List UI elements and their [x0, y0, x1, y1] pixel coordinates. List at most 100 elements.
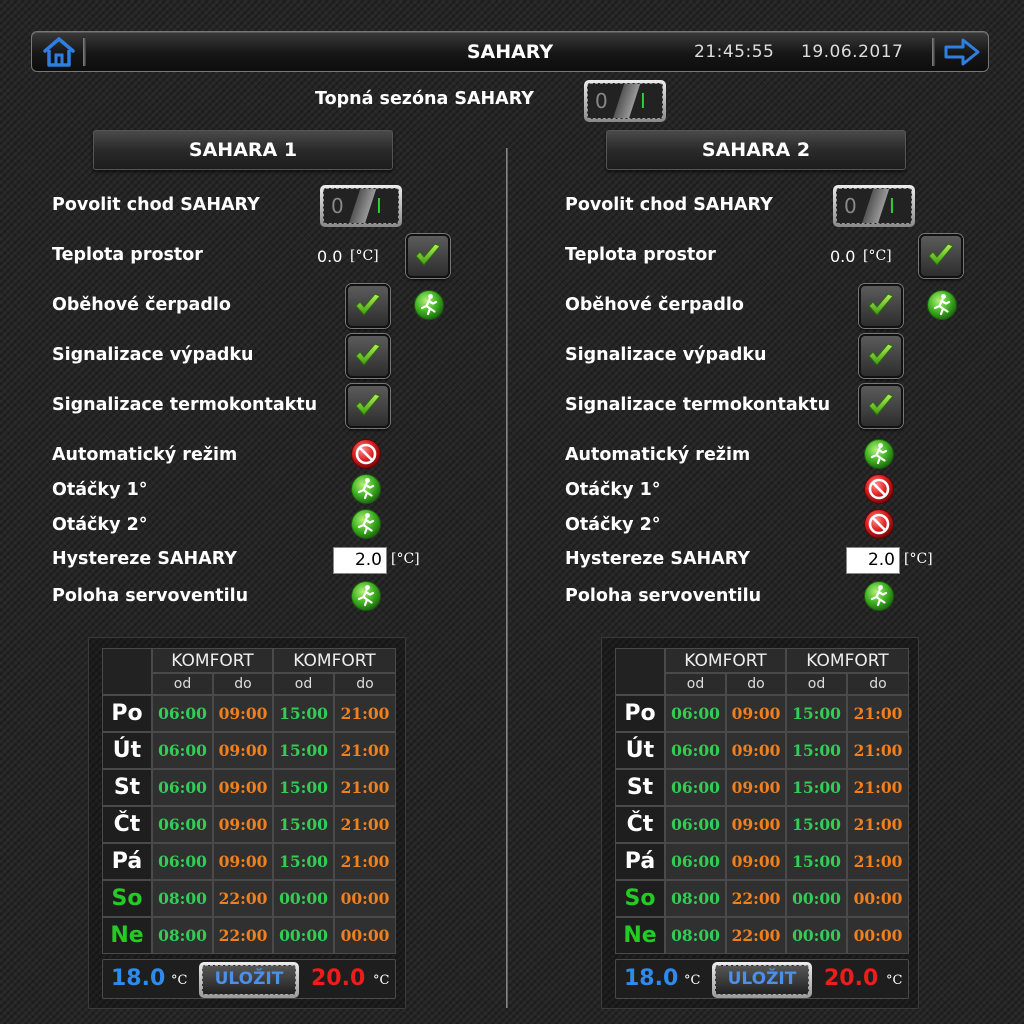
temp-low-value[interactable]: 18.0 [111, 966, 165, 991]
schedule-time-cell[interactable]: 09:00 [726, 695, 786, 732]
heating-season-toggle[interactable]: 0 I [584, 80, 666, 122]
day-label: Út [102, 732, 152, 769]
panel-title-button[interactable]: SAHARA 2 [606, 130, 906, 170]
temp-high-value[interactable]: 20.0 [824, 966, 878, 991]
komfort2-header: KOMFORT [273, 648, 396, 673]
servo-valve-status [863, 580, 895, 612]
schedule-time-cell[interactable]: 08:00 [152, 917, 213, 954]
schedule-time-cell[interactable]: 06:00 [665, 695, 726, 732]
schedule-time-cell[interactable]: 15:00 [273, 769, 334, 806]
schedule-time-cell[interactable]: 22:00 [726, 880, 786, 917]
save-button[interactable]: ULOŽIT [199, 962, 299, 998]
schedule-time-cell[interactable]: 21:00 [847, 695, 909, 732]
running-man-icon [864, 581, 894, 611]
schedule-time-cell[interactable]: 08:00 [665, 880, 726, 917]
panel-title-button[interactable]: SAHARA 1 [93, 130, 393, 170]
schedule-time-cell[interactable]: 09:00 [213, 695, 273, 732]
schedule-time-cell[interactable]: 15:00 [786, 732, 847, 769]
temp-low-value[interactable]: 18.0 [624, 966, 678, 991]
schedule-time-cell[interactable]: 21:00 [334, 843, 396, 880]
schedule-time-cell[interactable]: 00:00 [786, 917, 847, 954]
schedule-time-cell[interactable]: 22:00 [213, 880, 273, 917]
schedule-time-cell[interactable]: 21:00 [334, 769, 396, 806]
schedule-time-cell[interactable]: 15:00 [786, 843, 847, 880]
pump-label: Oběhové čerpadlo [52, 295, 231, 315]
schedule-time-cell[interactable]: 21:00 [847, 732, 909, 769]
temp-high-value[interactable]: 20.0 [311, 966, 365, 991]
enable-run-toggle[interactable]: 0 I [320, 185, 402, 227]
schedule-time-cell[interactable]: 15:00 [786, 769, 847, 806]
speed1-status [863, 473, 895, 505]
schedule-time-cell[interactable]: 09:00 [726, 806, 786, 843]
schedule-time-cell[interactable]: 21:00 [847, 769, 909, 806]
schedule-time-cell[interactable]: 21:00 [847, 806, 909, 843]
schedule-time-cell[interactable]: 09:00 [213, 843, 273, 880]
schedule-corner [615, 648, 665, 695]
schedule-time-cell[interactable]: 09:00 [213, 732, 273, 769]
schedule-time-cell[interactable]: 15:00 [273, 695, 334, 732]
schedule-time-cell[interactable]: 21:00 [334, 806, 396, 843]
fault-signal-checkbox[interactable] [859, 334, 903, 378]
thermo-contact-checkbox[interactable] [346, 384, 390, 428]
schedule-time-cell[interactable]: 00:00 [786, 880, 847, 917]
schedule-time-cell[interactable]: 21:00 [847, 843, 909, 880]
day-label: St [615, 769, 665, 806]
schedule-time-cell[interactable]: 09:00 [726, 843, 786, 880]
prohibited-icon [864, 474, 894, 504]
room-temp-checkbox[interactable] [919, 234, 963, 278]
fault-signal-checkbox[interactable] [346, 334, 390, 378]
schedule-time-cell[interactable]: 00:00 [847, 917, 909, 954]
schedule-time-cell[interactable]: 06:00 [152, 695, 213, 732]
schedule-time-cell[interactable]: 22:00 [213, 917, 273, 954]
schedule-time-cell[interactable]: 06:00 [152, 769, 213, 806]
speed1-label: Otáčky 1° [52, 480, 148, 500]
schedule-time-cell[interactable]: 15:00 [786, 695, 847, 732]
schedule-time-cell[interactable]: 06:00 [665, 806, 726, 843]
schedule-time-cell[interactable]: 15:00 [273, 843, 334, 880]
schedule-time-cell[interactable]: 21:00 [334, 695, 396, 732]
schedule-time-cell[interactable]: 09:00 [213, 806, 273, 843]
do-header: do [726, 673, 786, 695]
next-page-button[interactable] [937, 32, 987, 71]
schedule-time-cell[interactable]: 06:00 [665, 769, 726, 806]
day-label: Po [615, 695, 665, 732]
thermo-contact-checkbox[interactable] [859, 384, 903, 428]
schedule-time-cell[interactable]: 06:00 [665, 843, 726, 880]
schedule-time-cell[interactable]: 09:00 [726, 732, 786, 769]
hysteresis-input[interactable]: 2.0 [846, 547, 900, 574]
toggle-on-label: I [640, 89, 646, 113]
od-header: od [665, 673, 726, 695]
schedule-time-cell[interactable]: 22:00 [726, 917, 786, 954]
schedule-time-cell[interactable]: 08:00 [665, 917, 726, 954]
schedule-time-cell[interactable]: 09:00 [213, 769, 273, 806]
schedule-time-cell[interactable]: 08:00 [152, 880, 213, 917]
pump-checkbox[interactable] [859, 284, 903, 328]
schedule-time-cell[interactable]: 15:00 [273, 732, 334, 769]
room-temp-checkbox[interactable] [406, 234, 450, 278]
schedule-time-cell[interactable]: 15:00 [273, 806, 334, 843]
schedule-time-cell[interactable]: 00:00 [847, 880, 909, 917]
checkmark-icon [355, 343, 381, 366]
hysteresis-input[interactable]: 2.0 [333, 547, 387, 574]
schedule-time-cell[interactable]: 09:00 [726, 769, 786, 806]
thermo-contact-label: Signalizace termokontaktu [52, 395, 318, 415]
schedule-time-cell[interactable]: 00:00 [273, 880, 334, 917]
schedule-time-cell[interactable]: 00:00 [334, 880, 396, 917]
schedule-time-cell[interactable]: 15:00 [786, 806, 847, 843]
enable-label: Povolit chod SAHARY [565, 195, 773, 215]
schedule-time-cell[interactable]: 00:00 [273, 917, 334, 954]
schedule-time-cell[interactable]: 00:00 [334, 917, 396, 954]
schedule-time-cell[interactable]: 06:00 [665, 732, 726, 769]
header-bar: SAHARY 21:45:55 19.06.2017 [31, 31, 989, 72]
enable-run-toggle[interactable]: 0 I [833, 185, 915, 227]
pump-checkbox[interactable] [346, 284, 390, 328]
save-button[interactable]: ULOŽIT [712, 962, 812, 998]
od-header: od [152, 673, 213, 695]
day-label: Čt [102, 806, 152, 843]
schedule-time-cell[interactable]: 06:00 [152, 732, 213, 769]
schedule-time-cell[interactable]: 06:00 [152, 806, 213, 843]
day-label: Pá [615, 843, 665, 880]
schedule-time-cell[interactable]: 06:00 [152, 843, 213, 880]
toggle-off-label: 0 [595, 89, 608, 113]
schedule-time-cell[interactable]: 21:00 [334, 732, 396, 769]
